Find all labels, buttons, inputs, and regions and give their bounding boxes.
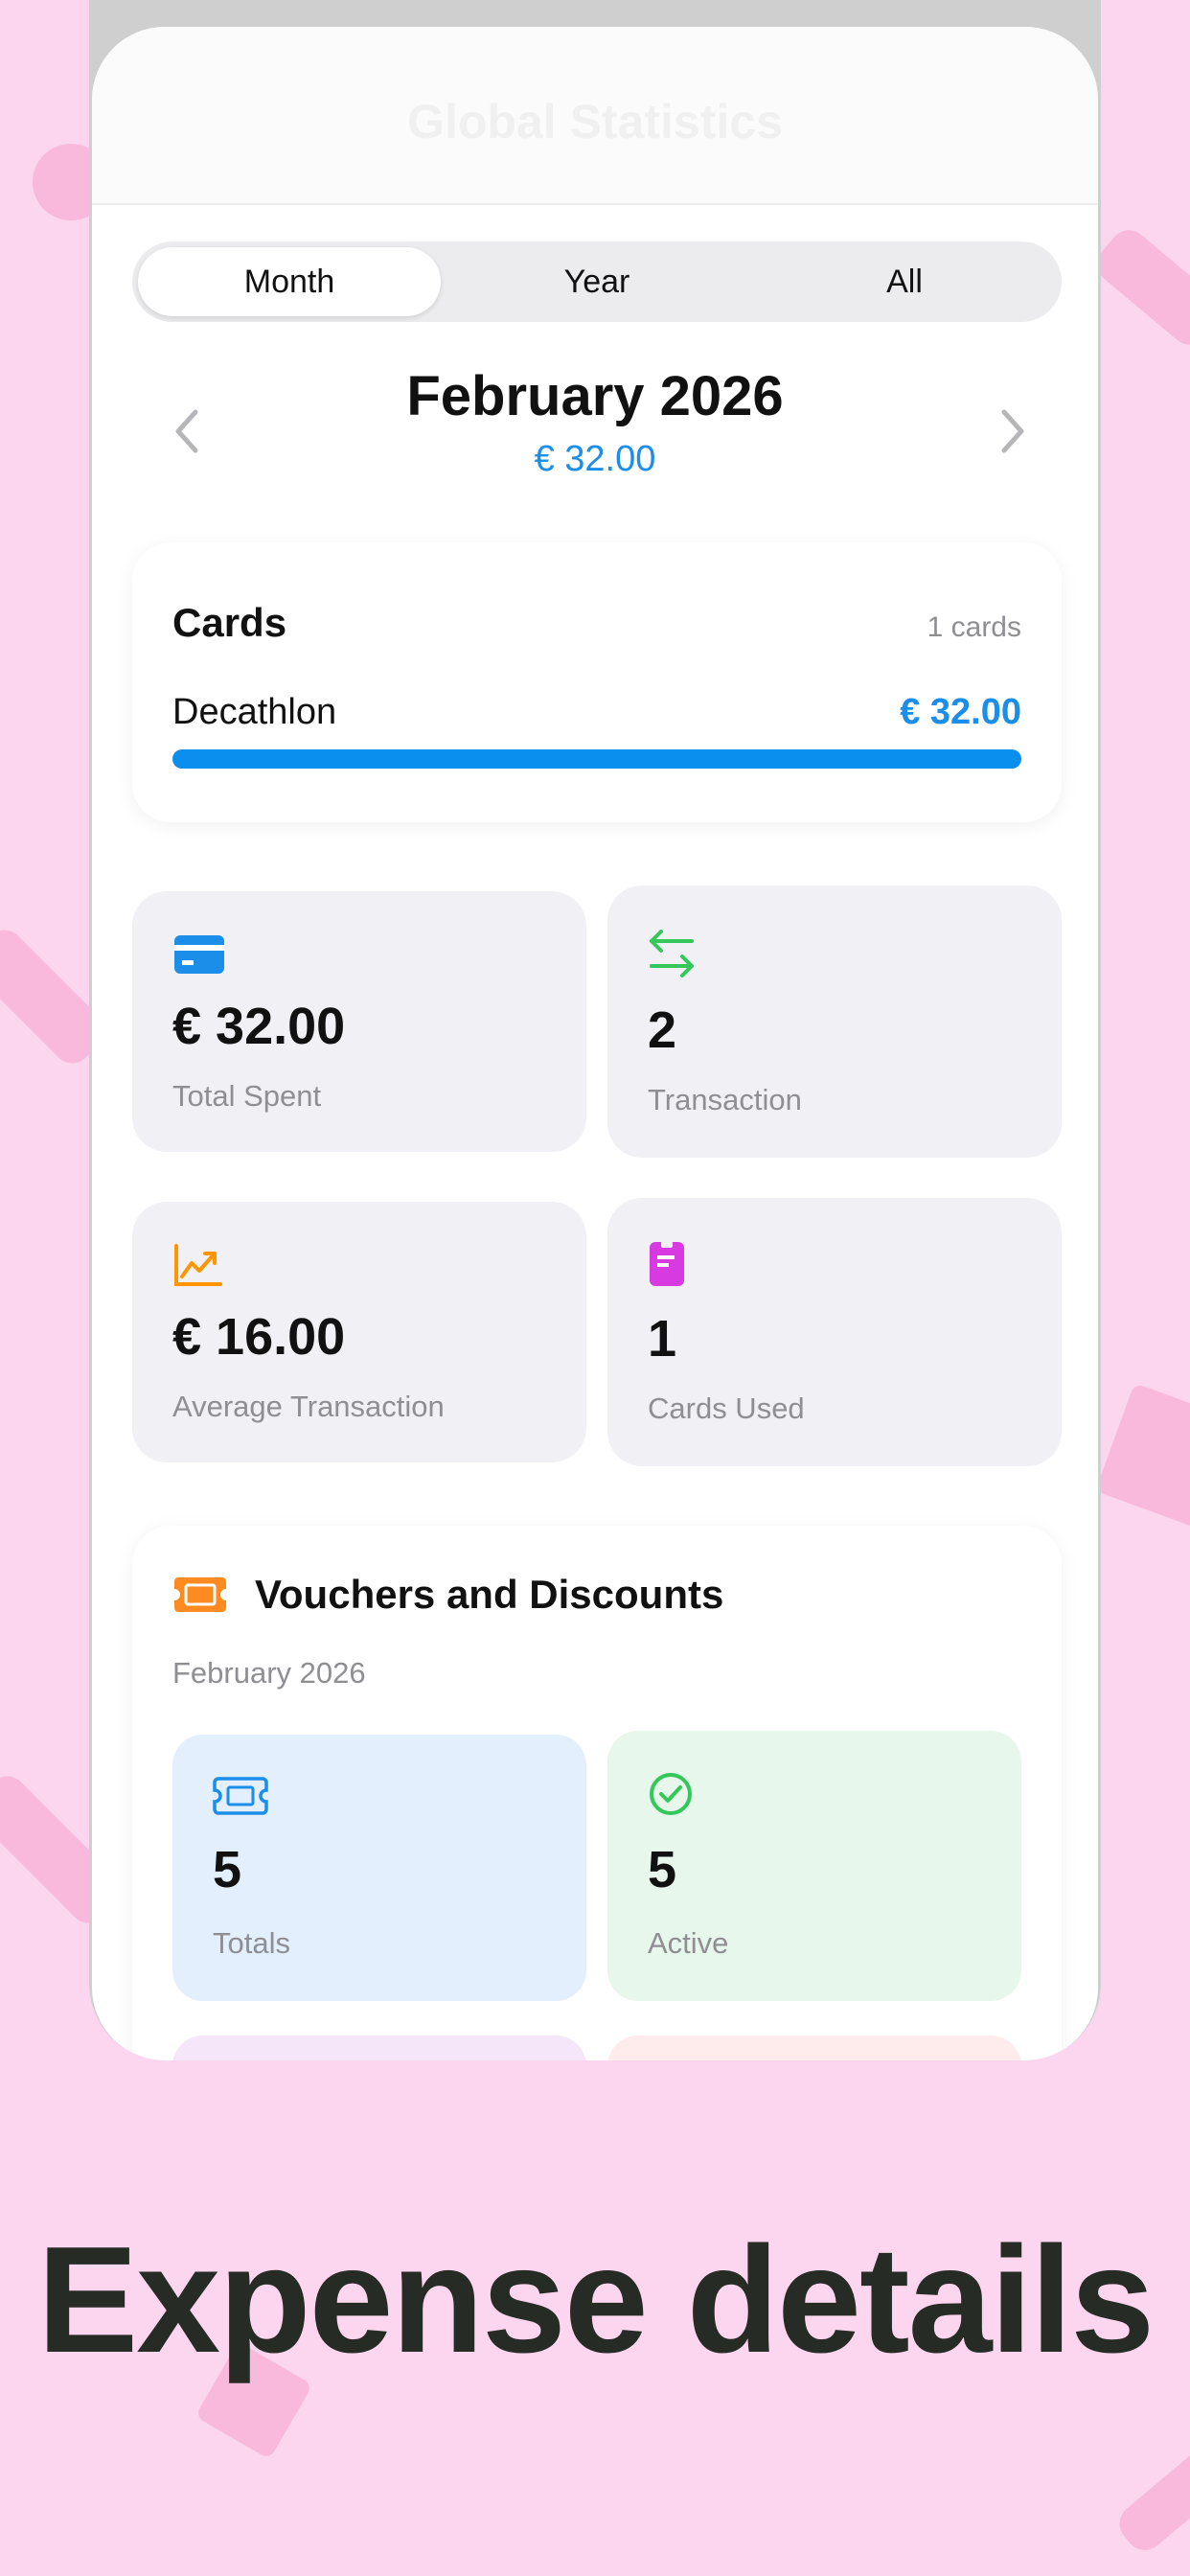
voucher-stat-value: 5: [213, 1841, 242, 1898]
stat-cards-used: 1 Cards Used: [607, 1198, 1062, 1466]
background-decoration: [1095, 1383, 1190, 1530]
voucher-stat-partial: [607, 2036, 1021, 2060]
tab-all[interactable]: All: [753, 247, 1056, 316]
vouchers-discounts-card: Vouchers and Discounts February 2026 5 T…: [132, 1526, 1062, 2060]
voucher-stat-value: 5: [648, 1841, 677, 1898]
stat-value: 2: [648, 1001, 677, 1059]
phone-frame: Global Statistics Month Year All Februar…: [89, 0, 1101, 2060]
app-screen: Global Statistics Month Year All Februar…: [92, 27, 1098, 2060]
vouchers-title: Vouchers and Discounts: [255, 1572, 724, 1617]
stat-label: Transaction: [648, 1083, 802, 1116]
arrows-exchange-icon: [650, 930, 694, 978]
stat-value: 1: [648, 1310, 677, 1368]
card-share-bar-fill: [172, 749, 1021, 769]
chevron-right-icon[interactable]: [993, 402, 1031, 460]
stat-label: Average Transaction: [172, 1390, 445, 1423]
period-amount: € 32.00: [534, 439, 656, 479]
period-title: February 2026: [406, 365, 784, 427]
stat-value: € 16.00: [172, 1308, 346, 1366]
check-circle-icon: [650, 1773, 692, 1815]
background-decoration: [1111, 2434, 1190, 2559]
cards-summary-card: Cards 1 cards Decathlon € 32.00: [132, 542, 1062, 822]
stat-average-transaction: € 16.00 Average Transaction: [132, 1202, 586, 1462]
card-document-icon: [650, 1240, 684, 1286]
card-share-bar: [172, 749, 1021, 769]
trending-up-chart-icon: [174, 1244, 222, 1286]
period-segmented-control[interactable]: Month Year All: [132, 242, 1062, 322]
voucher-stat-label: Totals: [213, 1926, 290, 1960]
voucher-stat-partial: [172, 2036, 586, 2060]
cards-count: 1 cards: [927, 611, 1021, 643]
ticket-icon: [174, 1577, 226, 1612]
cards-title: Cards: [172, 600, 287, 645]
voucher-stat-active: 5 Active: [607, 1731, 1021, 2001]
stat-transactions: 2 Transaction: [607, 886, 1062, 1158]
nav-title: Global Statistics: [407, 95, 783, 149]
background-decoration: [1089, 222, 1190, 353]
tab-month[interactable]: Month: [138, 247, 441, 316]
stat-value: € 32.00: [172, 998, 346, 1055]
ticket-icon: [213, 1777, 268, 1815]
navigation-bar: Global Statistics: [92, 27, 1098, 205]
credit-card-icon: [174, 935, 224, 974]
voucher-stat-totals: 5 Totals: [172, 1735, 586, 2001]
vouchers-subtitle: February 2026: [172, 1656, 366, 1690]
card-row-name: Decathlon: [172, 692, 337, 732]
stat-label: Cards Used: [648, 1392, 805, 1425]
stat-total-spent: € 32.00 Total Spent: [132, 891, 586, 1152]
stat-label: Total Spent: [172, 1079, 322, 1113]
voucher-stat-label: Active: [648, 1926, 729, 1960]
card-row-amount: € 32.00: [900, 692, 1021, 732]
tab-year[interactable]: Year: [446, 247, 748, 316]
marketing-caption: Expense details: [36, 2216, 1155, 2384]
